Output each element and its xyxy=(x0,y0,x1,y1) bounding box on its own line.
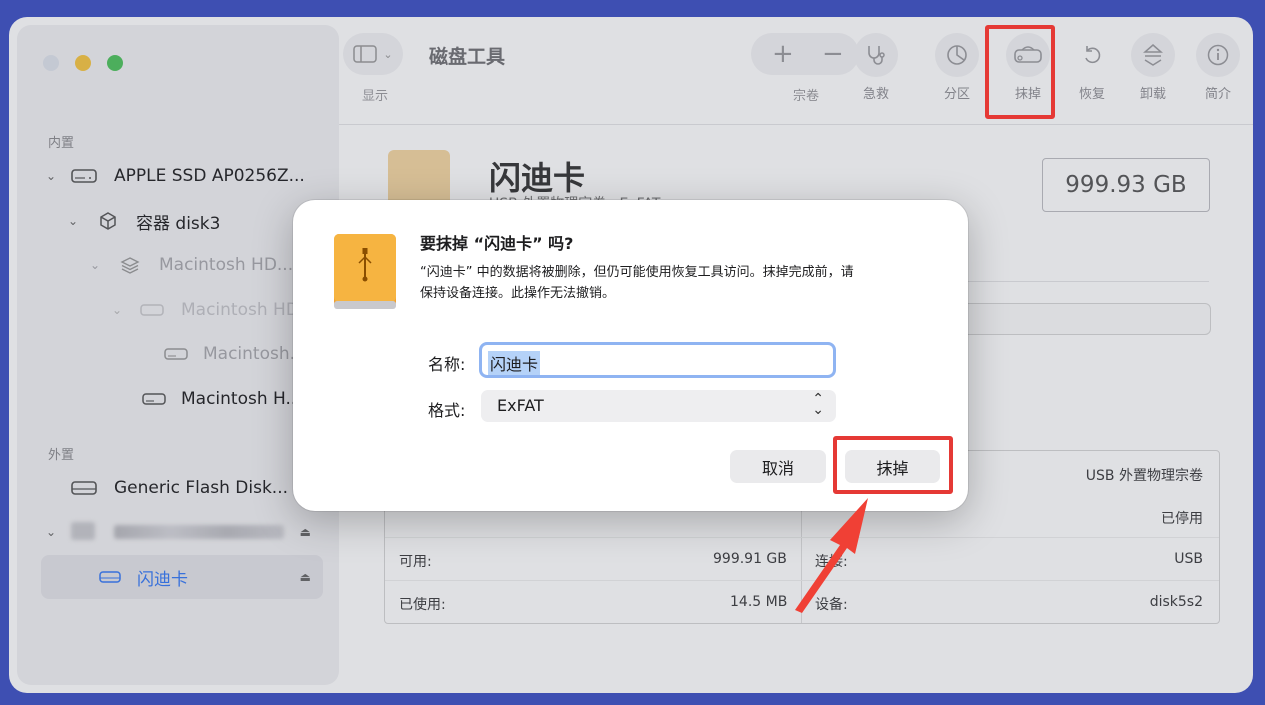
connection-value: USB xyxy=(1174,551,1203,567)
sidebar-item-label: Macintosh... xyxy=(203,344,303,364)
format-select-value: ExFAT xyxy=(497,396,544,415)
sidebar-item-label: Generic Flash Disk... xyxy=(114,478,289,498)
view-label: 显示 xyxy=(362,89,389,104)
volume-add-remove-group: + − xyxy=(751,33,859,75)
erase-toolbar-highlight xyxy=(985,25,1055,119)
up-down-chevron-icon: ⌃ ⌄ xyxy=(812,391,824,418)
chevron-down-icon[interactable]: ⌄ xyxy=(90,258,100,272)
used-value: 14.5 MB xyxy=(730,594,788,610)
external-section-title: 外置 xyxy=(48,448,75,463)
volume-stack-icon xyxy=(117,255,143,275)
drive-icon xyxy=(97,567,123,587)
pie-chart-icon xyxy=(935,33,979,77)
container-cube-icon xyxy=(95,211,121,231)
used-label: 已使用: xyxy=(399,597,446,613)
volume-label: 宗卷 xyxy=(793,89,820,104)
blurred-device-icon xyxy=(71,522,95,540)
chevron-down-icon: ⌄ xyxy=(383,47,393,61)
drive-icon xyxy=(139,300,165,320)
unmount-button[interactable]: 卸载 xyxy=(1128,33,1178,113)
zoom-window-button[interactable] xyxy=(107,55,123,71)
dialog-message-line-2: 保持设备连接。此操作无法撤销。 xyxy=(420,286,616,301)
sidebar-item-label: 闪迪卡 xyxy=(137,569,188,590)
eject-icon[interactable]: ⏏ xyxy=(300,570,311,584)
available-value: 999.91 GB xyxy=(713,551,787,567)
format-select[interactable]: ExFAT ⌃ ⌄ xyxy=(481,390,836,422)
sidebar-item-container[interactable]: ⌄ 容器 disk3 xyxy=(17,203,339,239)
sidebar-item-blurred-device[interactable]: ⌄ ⏏ xyxy=(17,514,339,550)
sidebar-item-macintosh-data[interactable]: Macintosh H... xyxy=(17,381,339,417)
type-value: USB 外置物理宗卷 xyxy=(1085,468,1203,484)
info-button[interactable]: 简介 xyxy=(1193,33,1243,113)
info-label: 简介 xyxy=(1204,87,1231,102)
device-value: disk5s2 xyxy=(1149,594,1203,610)
cancel-button[interactable]: 取消 xyxy=(730,450,826,483)
close-window-button[interactable] xyxy=(43,55,59,71)
chevron-down-icon[interactable]: ⌄ xyxy=(46,525,56,539)
sidebar-item-macintosh-hd-group[interactable]: ⌄ Macintosh HD... xyxy=(17,247,339,283)
external-drive-icon xyxy=(71,478,97,498)
minimize-window-button[interactable] xyxy=(75,55,91,71)
first-aid-label: 急救 xyxy=(862,87,889,102)
view-toggle-button[interactable]: ⌄ xyxy=(343,33,403,75)
sidebar-item-apple-ssd[interactable]: ⌄ APPLE SSD AP0256Z... xyxy=(17,158,339,194)
restore-label: 恢复 xyxy=(1078,87,1105,102)
chevron-down-icon[interactable]: ⌄ xyxy=(112,303,122,317)
name-field-label: 名称: xyxy=(428,355,466,374)
remove-volume-button[interactable]: − xyxy=(822,39,844,69)
app-title: 磁盘工具 xyxy=(429,46,506,68)
restore-button[interactable]: 恢复 xyxy=(1067,33,1117,113)
chevron-down-icon[interactable]: ⌄ xyxy=(68,214,78,228)
dialog-message-line-1: “闪迪卡” 中的数据将被删除，但仍可能使用恢复工具访问。抹掉完成前，请 xyxy=(420,265,854,280)
stethoscope-icon xyxy=(854,33,898,77)
sidebar-item-label: APPLE SSD AP0256Z... xyxy=(114,166,305,186)
restore-arrow-icon xyxy=(1070,33,1114,77)
erase-button-highlight xyxy=(833,436,953,494)
first-aid-button[interactable]: 急救 xyxy=(851,33,901,113)
toolbar: ⌄ 显示 磁盘工具 + − 宗卷 急救 分区 抹掉 恢复 卸载 简介 xyxy=(339,17,1253,125)
available-label: 可用: xyxy=(399,554,432,570)
format-field-label: 格式: xyxy=(428,401,466,420)
blurred-device-name xyxy=(114,525,284,539)
sidebar-item-label: Macintosh HD... xyxy=(159,255,294,275)
sidebar-item-macintosh-snapshot[interactable]: Macintosh... xyxy=(17,336,339,372)
dialog-message: “闪迪卡” 中的数据将被删除，但仍可能使用恢复工具访问。抹掉完成前，请 保持设备… xyxy=(420,262,854,304)
eject-icon[interactable]: ⏏ xyxy=(300,525,311,539)
sidebar-item-label: Macintosh H... xyxy=(181,389,302,409)
dialog-title: 要抹掉 “闪迪卡” 吗? xyxy=(420,234,574,253)
sidebar-item-sandisk-selected[interactable]: 闪迪卡 ⏏ xyxy=(41,555,323,599)
internal-drive-icon xyxy=(71,166,97,186)
unmount-icon xyxy=(1131,33,1175,77)
sidebar-item-label: 容器 disk3 xyxy=(136,213,221,234)
unmount-label: 卸载 xyxy=(1139,87,1166,102)
usb-drive-icon xyxy=(333,233,397,315)
drive-icon xyxy=(141,389,167,409)
drive-icon xyxy=(163,344,189,364)
sidebar: 内置 ⌄ APPLE SSD AP0256Z... ⌄ 容器 disk3 ⌄ M… xyxy=(17,25,339,685)
name-input[interactable]: 闪迪卡 xyxy=(479,342,836,378)
state-value: 已停用 xyxy=(1161,511,1203,527)
internal-section-title: 内置 xyxy=(48,136,75,151)
info-icon xyxy=(1196,33,1240,77)
volume-size-box: 999.93 GB xyxy=(1042,158,1210,212)
add-volume-button[interactable]: + xyxy=(772,39,794,69)
chevron-down-icon[interactable]: ⌄ xyxy=(46,169,56,183)
partition-label: 分区 xyxy=(943,87,970,102)
sidebar-item-generic-flash-disk[interactable]: Generic Flash Disk... ⏏ xyxy=(17,470,339,506)
annotation-arrow-icon xyxy=(795,498,868,613)
name-input-value: 闪迪卡 xyxy=(488,351,541,375)
sidebar-toggle-icon xyxy=(353,45,378,63)
partition-button[interactable]: 分区 xyxy=(932,33,982,113)
sidebar-item-macintosh-hd[interactable]: ⌄ Macintosh HD xyxy=(17,292,339,328)
sidebar-item-label: Macintosh HD xyxy=(181,300,299,320)
